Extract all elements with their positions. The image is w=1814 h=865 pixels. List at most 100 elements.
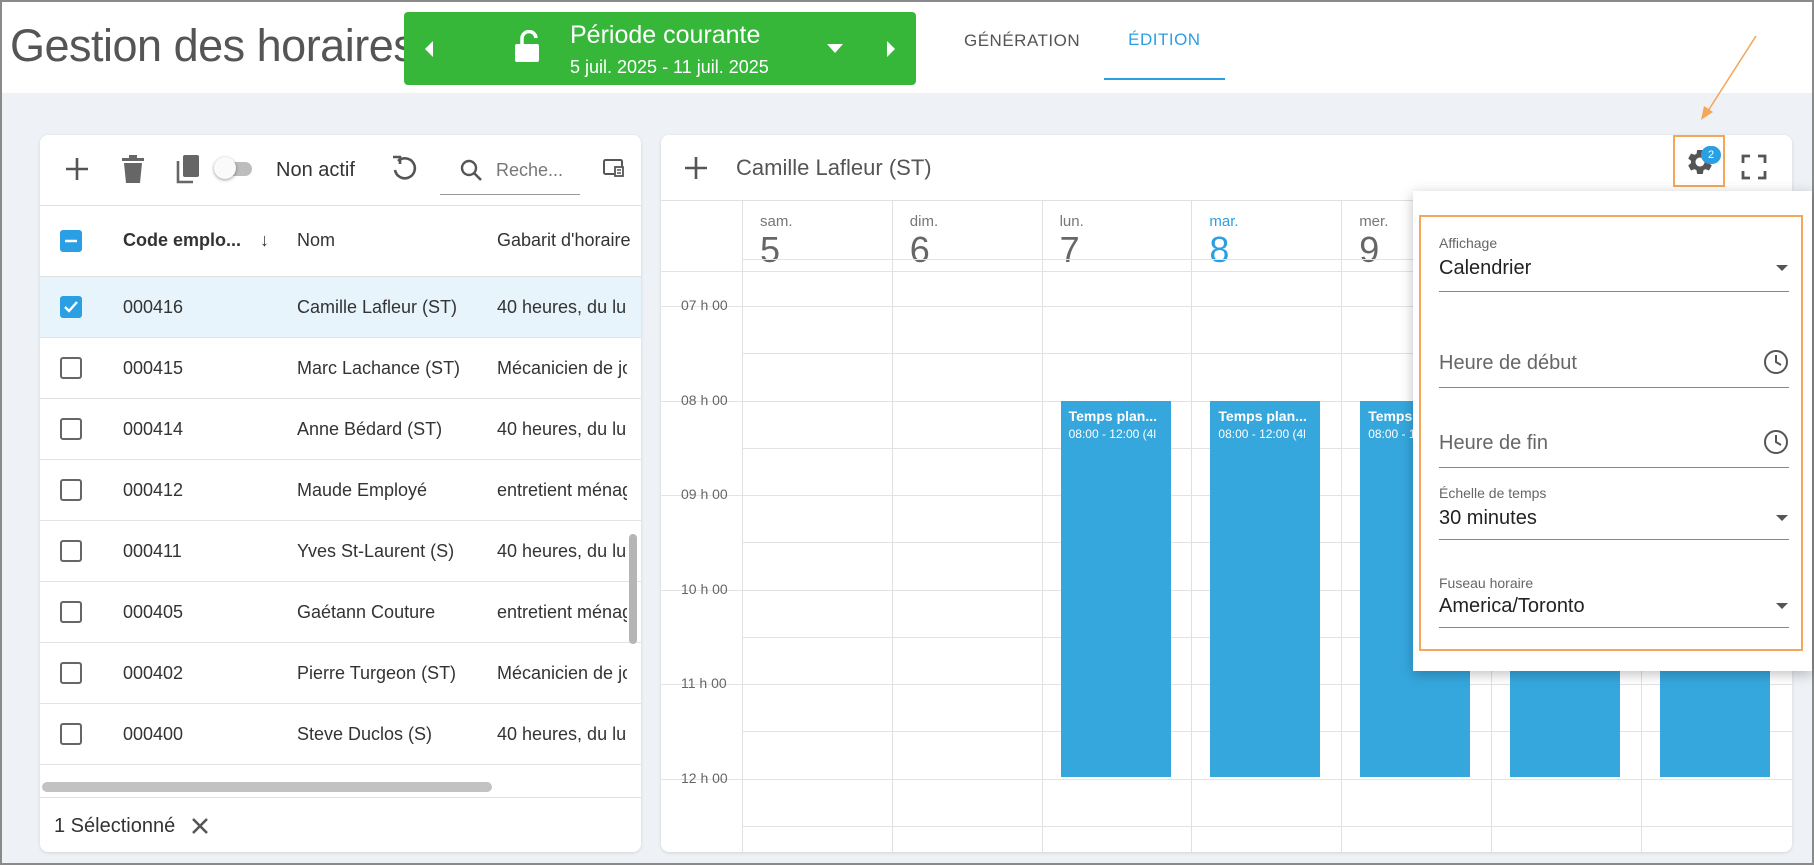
unlock-icon[interactable] (514, 30, 544, 64)
copy-button[interactable] (174, 152, 202, 186)
row-checkbox[interactable] (60, 723, 82, 745)
toggle-label: Non actif (276, 159, 355, 181)
period-dates: 5 juil. 2025 - 11 juil. 2025 (570, 57, 769, 77)
table-row[interactable]: 000415 Marc Lachance (ST) Mécanicien de jo (40, 338, 641, 399)
day-column-divider (1191, 201, 1193, 852)
event-hours: 08:00 - 12:00 (4l (1068, 426, 1156, 441)
column-settings-button[interactable] (602, 157, 626, 179)
day-header[interactable]: sam. 5 (742, 201, 892, 271)
day-name: mar. (1209, 213, 1239, 230)
dropdown-arrow-icon[interactable] (1775, 263, 1789, 273)
employee-name: Gaétann Couture (297, 602, 436, 622)
table-row[interactable]: 000416 Camille Lafleur (ST) 40 heures, du … (40, 277, 641, 338)
heure-debut-input[interactable] (1439, 349, 1739, 377)
employee-code: 000416 (123, 297, 184, 317)
add-employee-button[interactable] (64, 152, 90, 186)
row-checkbox[interactable] (60, 357, 82, 379)
search-input[interactable] (494, 157, 574, 183)
echelle-underline (1439, 539, 1789, 540)
vertical-scrollbar[interactable] (629, 534, 637, 644)
table-row[interactable]: 000412 Maude Employé entretient ménag (40, 460, 641, 521)
row-checkbox[interactable] (60, 601, 82, 623)
search-box[interactable] (440, 147, 580, 195)
employee-code: 000415 (123, 358, 184, 378)
horizontal-scrollbar[interactable] (42, 782, 492, 792)
day-column-divider (891, 201, 893, 852)
hour-label: 10 h 00 (681, 580, 728, 597)
row-checkbox[interactable] (60, 540, 82, 562)
day-number: 6 (909, 229, 930, 270)
employee-name: Anne Bédard (ST) (297, 419, 443, 439)
day-number: 7 (1059, 229, 1080, 270)
row-checkbox[interactable] (60, 418, 82, 440)
next-period-button[interactable] (866, 12, 916, 85)
day-column-divider (742, 201, 743, 852)
employee-code: 000405 (123, 602, 184, 622)
period-dropdown-icon[interactable] (826, 42, 844, 54)
table-row[interactable]: 000411 Yves St-Laurent (S) 40 heures, du l… (40, 521, 641, 582)
table-row[interactable]: 000400 Steve Duclos (S) 40 heures, du lun (40, 704, 641, 765)
dropdown-arrow-icon[interactable] (1775, 601, 1789, 611)
refresh-button[interactable] (390, 152, 420, 186)
trash-icon (122, 155, 144, 183)
row-checkbox[interactable] (60, 296, 82, 318)
period-selector[interactable]: Période courante 5 juil. 2025 - 11 juil.… (404, 12, 916, 85)
day-header[interactable]: lun. 7 (1041, 201, 1192, 271)
row-checkbox[interactable] (60, 479, 82, 501)
column-header-nom[interactable]: Nom (297, 230, 335, 251)
half-hour-gridline (742, 825, 1792, 827)
heure-fin-input[interactable] (1439, 429, 1739, 457)
table-header: Code emplo... ↓ Nom Gabarit d'horaire (40, 205, 641, 277)
fullscreen-icon (1741, 154, 1767, 180)
annotation-arrow (1701, 35, 1757, 120)
tab-edition[interactable]: ÉDITION (1104, 2, 1225, 80)
schedule-event[interactable]: Temps plan... 08:00 - 12:00 (4l (1060, 400, 1171, 777)
row-checkbox[interactable] (60, 662, 82, 684)
sort-arrow-down-icon[interactable]: ↓ (260, 230, 269, 250)
delete-button[interactable] (120, 152, 146, 186)
echelle-select[interactable]: Échelle de temps 30 minutes (1439, 485, 1789, 555)
select-all-checkbox[interactable] (60, 230, 82, 252)
clock-icon[interactable] (1763, 349, 1789, 375)
settings-button[interactable]: 2 (1673, 135, 1725, 187)
schedule-event[interactable]: Temps plan... 08:00 - 12:00 (4l (1210, 400, 1321, 777)
day-header[interactable]: mar. 8 (1191, 201, 1341, 271)
employee-template: 40 heures, du lun (497, 419, 627, 439)
settings-badge: 2 (1701, 146, 1721, 164)
column-header-code[interactable]: Code emplo... ↓ (123, 230, 269, 251)
day-name: dim. (909, 213, 939, 230)
heure-fin-underline (1439, 467, 1789, 468)
column-header-code-label: Code emplo... (123, 230, 242, 250)
copy-icon (176, 155, 199, 184)
dropdown-arrow-icon[interactable] (1775, 513, 1789, 523)
day-number: 8 (1209, 229, 1230, 270)
clear-selection-button[interactable] (190, 816, 210, 836)
employee-code: 000414 (123, 419, 184, 439)
employee-template: 40 heures, du lun (497, 724, 627, 744)
previous-period-button[interactable] (404, 12, 454, 85)
table-row[interactable]: 000414 Anne Bédard (ST) 40 heures, du lun (40, 399, 641, 460)
table-row[interactable]: 000405 Gaétann Couture entretient ménag (40, 582, 641, 643)
hour-label: 08 h 00 (681, 391, 728, 408)
affichage-select[interactable]: Affichage Calendrier (1439, 235, 1789, 305)
fullscreen-button[interactable] (1741, 154, 1767, 180)
heure-debut-field[interactable] (1439, 347, 1789, 407)
hour-label: 11 h 00 (681, 675, 727, 691)
day-name: mer. (1359, 213, 1389, 230)
day-header[interactable]: dim. 6 (891, 201, 1042, 271)
column-header-gabarit[interactable]: Gabarit d'horaire (497, 230, 637, 251)
fuseau-select[interactable]: Fuseau horaire America/Toronto (1439, 575, 1789, 645)
add-schedule-button[interactable] (684, 156, 708, 180)
calendar-settings-popup: Affichage Calendrier Échelle de temps 30… (1413, 191, 1812, 671)
employee-name: Steve Duclos (S) (297, 724, 433, 744)
inactive-toggle[interactable] (214, 157, 252, 179)
plus-icon (66, 158, 88, 180)
caret-left-icon (425, 40, 433, 57)
table-row[interactable]: 000402 Pierre Turgeon (ST) Mécanicien de j… (40, 643, 641, 704)
day-column-divider (1041, 201, 1043, 852)
heure-fin-field[interactable] (1439, 427, 1789, 487)
close-icon (192, 818, 208, 834)
clock-icon[interactable] (1763, 429, 1789, 455)
tab-generation[interactable]: GÉNÉRATION (940, 2, 1104, 80)
event-hours: 08:00 - 12:00 (4l (1218, 426, 1306, 441)
